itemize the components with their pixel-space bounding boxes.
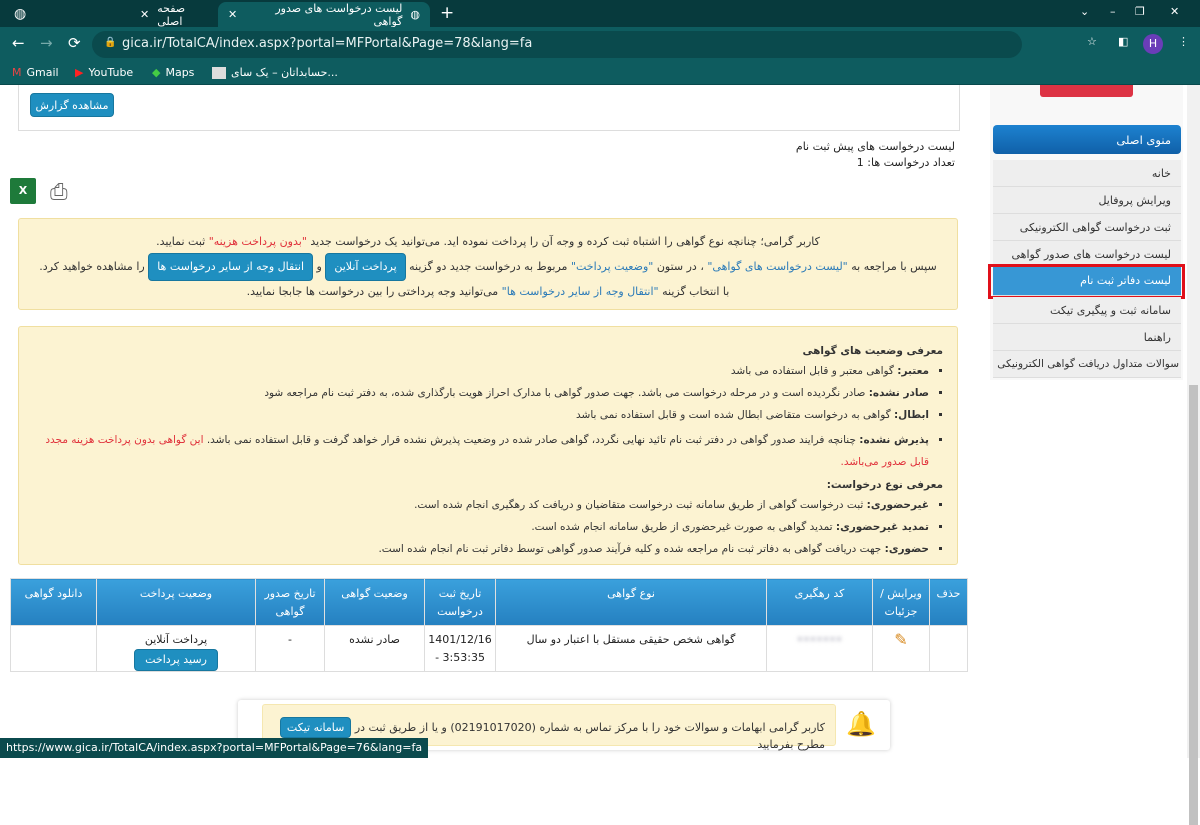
report-card: مشاهده گزارش (18, 85, 960, 131)
bookmark-youtube[interactable]: ▶ YouTube (75, 66, 133, 79)
highlight-box (988, 264, 1185, 299)
excel-export-icon[interactable]: X (10, 178, 36, 204)
col-tracking: کد رهگیری (766, 578, 873, 626)
scrollbar-thumb[interactable] (1189, 385, 1198, 825)
list-info: لیست درخواست های پیش ثبت نام تعداد درخوا… (796, 139, 955, 171)
close-icon[interactable]: ✕ (228, 8, 237, 21)
table-header: حذف ویرایش / جزئیات کد رهگیری نوع گواهی … (10, 578, 968, 626)
col-issue-date: تاریخ صدور گواهی (255, 578, 325, 626)
tab-strip: ◍ ✕ صفحه اصلی ◍ لیست درخواست های صدور گواه… (0, 0, 1200, 28)
payment-notice: کاربر گرامی؛ چنانچه نوع گواهی را اشتباه … (18, 218, 958, 310)
address-bar: ← → ⟳ 🔒 gica.ir/TotalCA/index.aspx?porta… (0, 27, 1200, 62)
url-input[interactable]: 🔒 gica.ir/TotalCA/index.aspx?portal=MFPo… (92, 31, 1022, 58)
site-icon (212, 66, 226, 79)
cert-type: گواهی شخص حقیقی مستقل با اعتبار دو سال (495, 625, 767, 672)
url-text: gica.ir/TotalCA/index.aspx?portal=MFPort… (122, 36, 533, 51)
download-cell (10, 625, 97, 672)
delete-cell (929, 625, 968, 672)
back-button[interactable]: ← (12, 34, 25, 52)
close-window-button[interactable]: ✕ (1170, 5, 1179, 18)
col-type: نوع گواهی (495, 578, 767, 626)
tab-title: صفحه اصلی (157, 1, 186, 28)
status-guide: معرفی وضعیت های گواهی معتبر: گواهی معتبر… (18, 326, 958, 565)
youtube-icon: ▶ (75, 66, 84, 79)
tracking-code: ••••••• (766, 625, 873, 672)
close-icon[interactable]: ✕ (140, 8, 149, 21)
sidebar-item-help[interactable]: راهنما (993, 324, 1181, 351)
online-payment-button[interactable]: پرداخت آنلاین (325, 253, 406, 281)
globe-icon: ◍ (410, 8, 420, 21)
col-download: دانلود گواهی (10, 578, 97, 626)
request-date: 1401/12/16 3:53:35 - (424, 625, 496, 672)
logout-button[interactable] (1040, 85, 1133, 97)
status-guide-title: معرفی وضعیت های گواهی (802, 345, 943, 357)
tab-home[interactable]: ✕ صفحه اصلی (130, 1, 220, 28)
bookmark-site[interactable]: حسابداتان – یک سای... (212, 66, 338, 79)
new-tab-button[interactable]: + (440, 3, 454, 23)
maps-icon: ◆ (152, 66, 161, 79)
bookmark-gmail[interactable]: M Gmail (12, 66, 59, 79)
transfer-button[interactable]: انتقال وجه از سایر درخواست ها (148, 253, 314, 281)
sidebar-item-home[interactable]: خانه (993, 160, 1181, 187)
edit-pencil-icon[interactable]: ✎ (894, 630, 907, 649)
request-count: تعداد درخواست ها: 1 (856, 156, 955, 169)
col-payment: وضعیت پرداخت (96, 578, 256, 626)
bookmark-label: Gmail (26, 66, 59, 79)
sidebar-item-ticket[interactable]: سامانه ثبت و پیگیری تیکت (993, 297, 1181, 324)
lock-icon: 🔒 (104, 37, 117, 48)
forward-button[interactable]: → (40, 34, 53, 52)
sidebar-item-faq[interactable]: سوالات متداول دریافت گواهی الکترونیکی (993, 351, 1181, 378)
globe-icon: ◍ (14, 6, 27, 22)
col-date: تاریخ ثبت درخواست (424, 578, 496, 626)
view-report-button[interactable]: مشاهده گزارش (30, 93, 114, 117)
status-bar-url: https://www.gica.ir/TotalCA/index.aspx?p… (0, 738, 429, 758)
tab-requests[interactable]: ◍ لیست درخواست های صدور گواهی ✕ (218, 1, 430, 28)
type-guide-title: معرفی نوع درخواست: (826, 479, 943, 491)
maximize-button[interactable]: ❐ (1135, 5, 1145, 18)
payment-status: پرداخت آنلاین رسید پرداخت (96, 625, 256, 672)
col-status: وضعیت گواهی (324, 578, 425, 626)
scrollbar[interactable] (1187, 85, 1200, 825)
printer-icon[interactable]: ⎙ (50, 180, 68, 205)
bookmark-label: حسابداتان – یک سای... (231, 66, 338, 79)
bookmark-maps[interactable]: ◆ Maps (152, 66, 194, 79)
reload-button[interactable]: ⟳ (68, 34, 81, 52)
issue-date: - (255, 625, 325, 672)
cert-status: صادر نشده (324, 625, 425, 672)
bookmark-label: Maps (165, 66, 195, 79)
main-menu-header: منوی اصلی (993, 125, 1181, 154)
table-row: ✎ ••••••• گواهی شخص حقیقی مستقل با اعتبا… (10, 625, 968, 672)
requests-table: حذف ویرایش / جزئیات کد رهگیری نوع گواهی … (10, 578, 968, 672)
tab-search-icon[interactable]: ⌄ (1080, 5, 1089, 18)
avatar[interactable]: H (1143, 34, 1163, 54)
tab-title: لیست درخواست های صدور گواهی (275, 1, 403, 28)
receipt-button[interactable]: رسید پرداخت (134, 649, 218, 671)
minimize-button[interactable]: – (1110, 5, 1116, 18)
bell-icon[interactable]: 🔔 (846, 710, 876, 738)
bookmarks-bar: M Gmail ▶ YouTube ◆ Maps حسابداتان – یک سای… (0, 62, 1200, 85)
star-icon[interactable]: ☆ (1087, 35, 1097, 48)
sidebar-item-new-request[interactable]: ثبت درخواست گواهی الکترونیکی (993, 214, 1181, 241)
gmail-icon: M (12, 66, 22, 79)
sidepanel-icon[interactable]: ◧ (1118, 35, 1128, 48)
menu-icon[interactable]: ⋮ (1178, 35, 1189, 48)
ticket-system-button[interactable]: سامانه تیکت (279, 717, 352, 738)
sidebar-item-profile[interactable]: ویرایش پروفایل (993, 187, 1181, 214)
bookmark-label: YouTube (88, 66, 134, 79)
edit-cell: ✎ (872, 625, 930, 672)
list-title: لیست درخواست های پیش ثبت نام (795, 140, 955, 153)
col-edit: ویرایش / جزئیات (872, 578, 930, 626)
col-delete: حذف (929, 578, 968, 626)
